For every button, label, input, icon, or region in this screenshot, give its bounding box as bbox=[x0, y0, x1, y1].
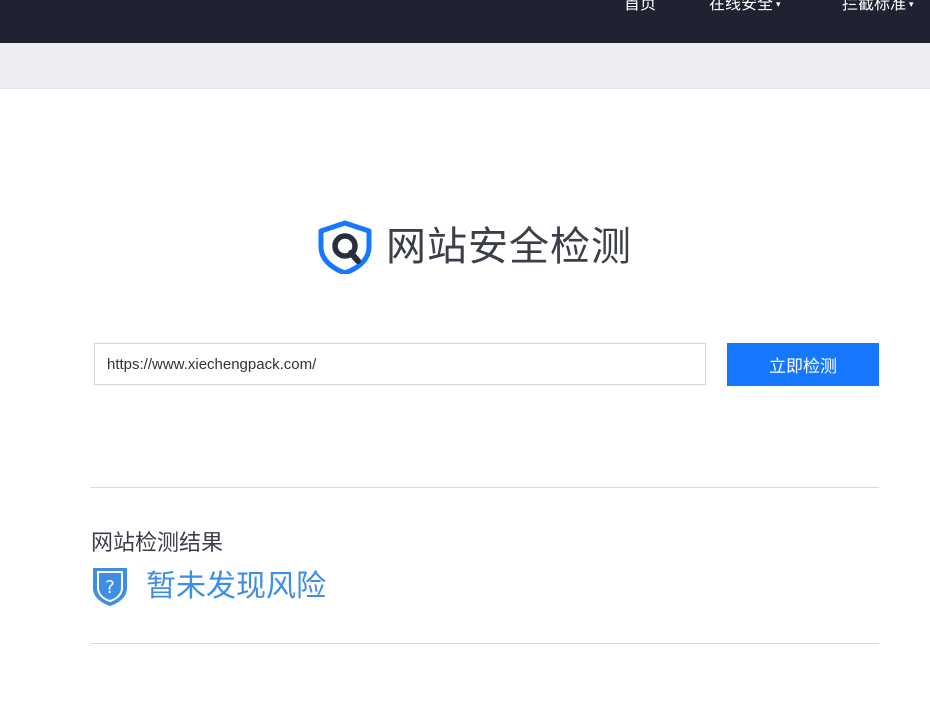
caret-down-icon: ▾ bbox=[909, 0, 914, 10]
url-input[interactable] bbox=[94, 343, 706, 385]
nav-item-label: 在线安全 bbox=[709, 0, 774, 13]
result-heading: 网站检测结果 bbox=[91, 531, 224, 556]
nav-item-online-security[interactable]: 在线安全 ▾ bbox=[709, 0, 781, 15]
sub-header-bar bbox=[0, 43, 930, 89]
nav-item-home[interactable]: 首页 bbox=[624, 0, 656, 14]
shield-search-icon bbox=[318, 220, 372, 274]
nav-item-label: 首页 bbox=[624, 0, 657, 13]
divider bbox=[90, 643, 879, 644]
divider bbox=[90, 487, 879, 488]
svg-text:?: ? bbox=[105, 577, 115, 598]
shield-question-icon: ? bbox=[93, 568, 127, 606]
top-navigation-bar: 首页 在线安全 ▾ 拦截标准 ▾ bbox=[0, 0, 930, 43]
nav-item-label: 拦截标准 bbox=[842, 0, 907, 13]
detect-now-button[interactable]: 立即检测 bbox=[727, 343, 879, 386]
caret-down-icon: ▾ bbox=[776, 0, 781, 10]
nav-item-block-standards[interactable]: 拦截标准 ▾ bbox=[842, 0, 914, 15]
result-status-text: 暂未发现风险 bbox=[146, 569, 326, 604]
page-title: 网站安全检测 bbox=[386, 224, 632, 270]
